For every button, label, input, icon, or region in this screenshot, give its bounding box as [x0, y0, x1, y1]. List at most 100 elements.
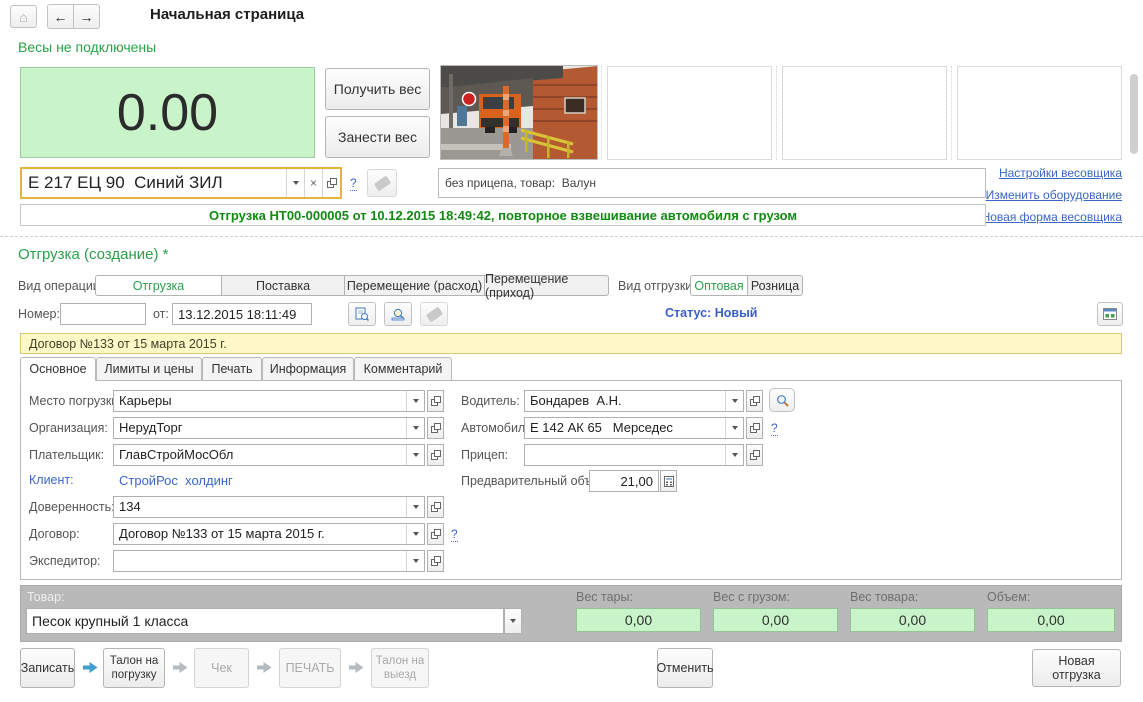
exit-ticket-button: Талон на выезд — [371, 648, 429, 688]
search-history-button[interactable] — [384, 302, 412, 326]
poa-combo[interactable]: 134 — [113, 496, 425, 518]
operation-move-out[interactable]: Перемещение (расход) — [344, 275, 485, 296]
section-divider — [0, 236, 1143, 237]
dropdown-icon[interactable] — [406, 418, 424, 438]
change-equipment-link[interactable]: Изменить оборудование — [972, 188, 1122, 202]
tab-print[interactable]: Печать — [202, 357, 262, 381]
back-button[interactable]: ← — [47, 4, 74, 29]
dropdown-icon[interactable] — [406, 524, 424, 544]
page-title: Начальная страница — [150, 6, 305, 23]
number-tag-button[interactable] — [420, 302, 448, 326]
volume-label: Объем: — [987, 590, 1031, 604]
home-button[interactable]: ⌂ — [10, 5, 37, 28]
dropdown-icon[interactable] — [725, 391, 743, 411]
dropdown-icon[interactable] — [406, 497, 424, 517]
vehicle-clear-icon[interactable]: × — [304, 169, 322, 197]
driver-combo[interactable]: Бондарев А.Н. — [524, 390, 744, 412]
loading-ticket-button[interactable]: Талон на погрузку — [103, 648, 165, 688]
dropdown-icon[interactable] — [725, 418, 743, 438]
tab-main[interactable]: Основное — [20, 357, 96, 381]
loading-place-open-icon[interactable] — [427, 390, 444, 412]
camera-slot-3 — [782, 66, 947, 160]
cancel-button[interactable]: Отменить — [656, 648, 714, 688]
vehicle-help-link[interactable]: ? — [350, 176, 357, 191]
flow-arrow-icon — [83, 662, 98, 673]
car-combo[interactable]: Е 142 АК 65 Мерседес — [524, 417, 744, 439]
contract-combo[interactable]: Договор №133 от 15 марта 2015 г. — [113, 523, 425, 545]
organization-label: Организация: — [29, 421, 108, 435]
driver-open-icon[interactable] — [746, 390, 763, 412]
date-input[interactable] — [172, 303, 312, 325]
weigher-settings-link[interactable]: Настройки весовщика — [972, 166, 1122, 180]
shipment-retail[interactable]: Розница — [747, 275, 803, 296]
receipt-button: Чек — [194, 648, 249, 688]
trailer-combo[interactable] — [524, 444, 744, 466]
client-link[interactable]: СтройРос холдинг — [119, 473, 233, 488]
loading-place-combo[interactable]: Карьеры — [113, 390, 425, 412]
new-shipment-button[interactable]: Новая отгрузка — [1032, 649, 1121, 687]
car-help-link[interactable]: ? — [771, 421, 778, 436]
product-panel: Товар: Вес тары: 0,00 Вес с грузом: 0,00… — [20, 585, 1122, 642]
loading-place-label: Место погрузки: — [29, 394, 122, 408]
vertical-scrollbar[interactable] — [1130, 74, 1138, 154]
vehicle-note: без прицепа, товар: Валун — [438, 168, 986, 198]
product-dropdown-icon[interactable] — [504, 608, 522, 634]
book-magnifier-icon — [391, 308, 405, 321]
operation-supply[interactable]: Поставка — [221, 275, 345, 296]
organization-combo[interactable]: НерудТорг — [113, 417, 425, 439]
contract-open-icon[interactable] — [427, 523, 444, 545]
organization-open-icon[interactable] — [427, 417, 444, 439]
driver-search-button[interactable] — [769, 388, 795, 412]
dropdown-icon[interactable] — [406, 551, 424, 571]
number-input[interactable] — [60, 303, 146, 325]
pre-volume-input[interactable]: 21,00 — [589, 470, 659, 492]
tag-icon — [373, 175, 391, 191]
tab-information[interactable]: Информация — [262, 357, 354, 381]
forwarder-combo[interactable] — [113, 550, 425, 572]
poa-open-icon[interactable] — [427, 496, 444, 518]
form-window-icon — [1103, 308, 1117, 320]
dropdown-icon[interactable] — [725, 445, 743, 465]
view-document-button[interactable] — [348, 302, 376, 326]
document-title: Отгрузка (создание) * — [18, 246, 169, 263]
gross-weight-value: 0,00 — [713, 608, 838, 632]
volume-value: 0,00 — [987, 608, 1115, 632]
tag-icon — [425, 306, 443, 322]
net-weight-label: Вес товара: — [850, 590, 919, 604]
vehicle-quick-input[interactable]: × — [20, 167, 342, 199]
tab-limits-prices[interactable]: Лимиты и цены — [96, 357, 202, 381]
camera-separator — [601, 66, 602, 160]
forwarder-open-icon[interactable] — [427, 550, 444, 572]
product-input[interactable] — [26, 608, 504, 634]
forwarder-label: Экспедитор: — [29, 554, 101, 568]
operation-move-in[interactable]: Перемещение (приход) — [484, 272, 609, 300]
vehicle-quick-field[interactable] — [22, 169, 286, 197]
tab-comment[interactable]: Комментарий — [354, 357, 452, 381]
payer-open-icon[interactable] — [427, 444, 444, 466]
camera-snapshot[interactable] — [440, 65, 598, 160]
vehicle-tag-button[interactable] — [367, 169, 397, 197]
operation-kind-label: Вид операции: — [18, 279, 104, 293]
dropdown-icon[interactable] — [406, 445, 424, 465]
payer-combo[interactable]: ГлавСтройМосОбл — [113, 444, 425, 466]
operation-shipment[interactable]: Отгрузка — [95, 275, 222, 296]
new-weigher-form-link[interactable]: Новая форма весовщика — [972, 210, 1122, 224]
tare-weight-label: Вес тары: — [576, 590, 633, 604]
dropdown-icon[interactable] — [406, 391, 424, 411]
print-button: ПЕЧАТЬ — [279, 648, 341, 688]
get-weight-button[interactable]: Получить вес — [325, 68, 430, 110]
set-weight-button[interactable]: Занести вес — [325, 116, 430, 158]
operation-kind-switch: Отгрузка Поставка Перемещение (расход) П… — [95, 272, 609, 300]
flow-arrow-icon — [257, 662, 272, 673]
open-form-button[interactable] — [1097, 302, 1123, 326]
trailer-open-icon[interactable] — [746, 444, 763, 466]
vehicle-dropdown-icon[interactable] — [286, 169, 304, 197]
calculator-button[interactable] — [660, 470, 677, 492]
shipment-status-bar: Отгрузка НТ00-000005 от 10.12.2015 18:49… — [20, 204, 986, 226]
vehicle-open-icon[interactable] — [322, 169, 340, 197]
save-button[interactable]: Записать — [20, 648, 75, 688]
car-open-icon[interactable] — [746, 417, 763, 439]
shipment-wholesale[interactable]: Оптовая — [690, 275, 748, 296]
forward-button[interactable]: → — [73, 4, 100, 29]
contract-help-link[interactable]: ? — [451, 527, 458, 542]
